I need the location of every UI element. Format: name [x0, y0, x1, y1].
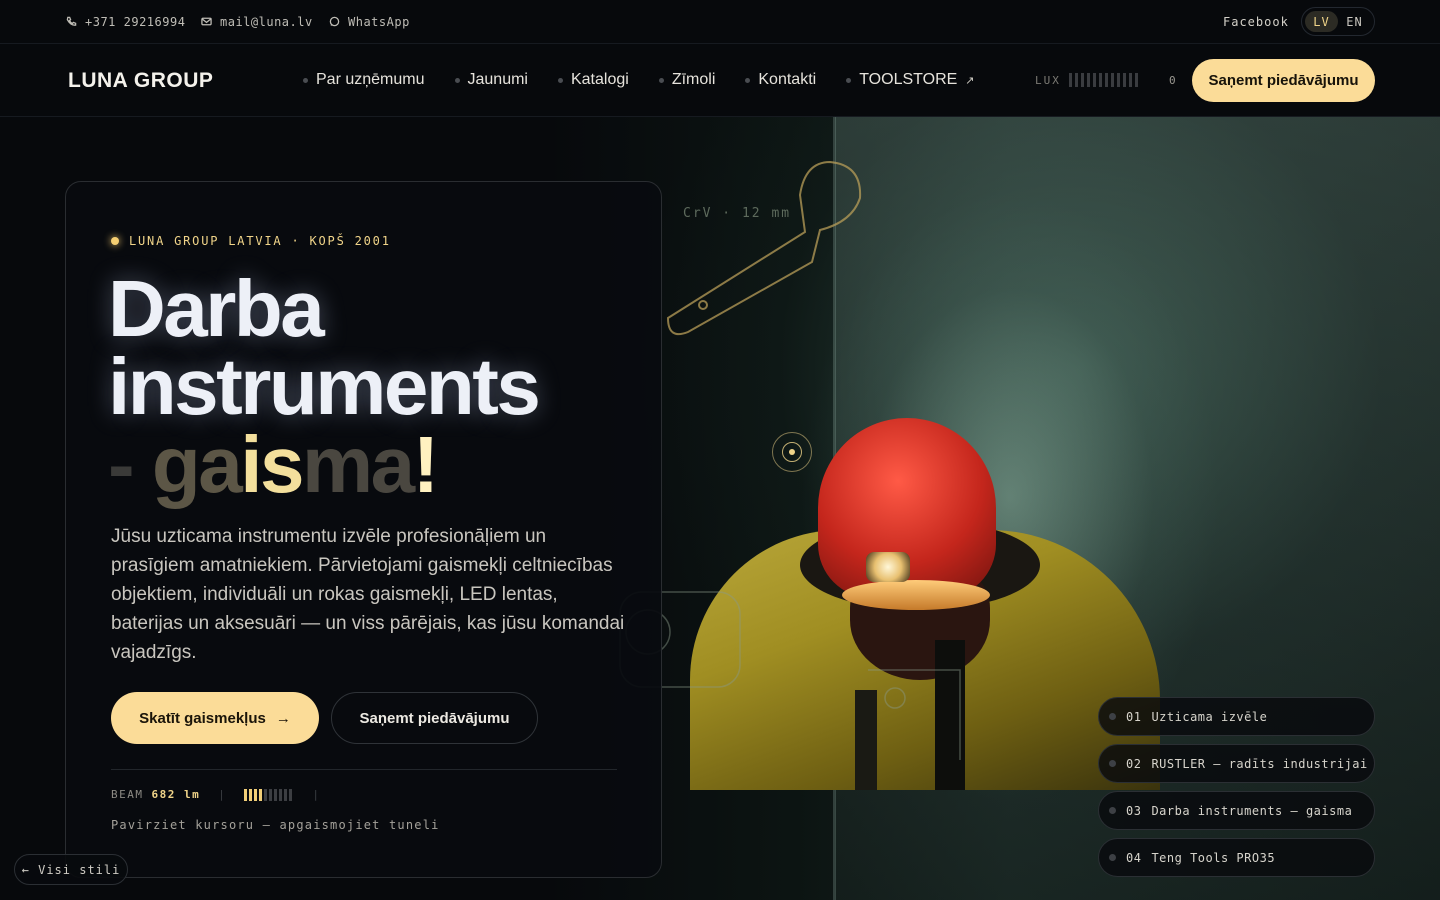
nav-item-par-uznemumu[interactable]: Par uzņēmumu [303, 71, 425, 89]
hero-title-line3: - gaisma! [108, 425, 538, 505]
phone-icon [66, 16, 77, 26]
feature-label: Teng Tools PRO35 [1151, 850, 1276, 865]
beam-value: 682 lm [151, 788, 201, 801]
nav-item-label: Jaunumi [467, 71, 528, 88]
main-nav: LUNA GROUP Par uzņēmumu Jaunumi Katalogi… [0, 44, 1440, 117]
beam-level-bar [279, 788, 283, 801]
headlamp [866, 552, 910, 582]
view-lights-label: Skatīt gaismekļus [139, 709, 266, 727]
light-target-icon [772, 432, 812, 472]
nav-item-label: Katalogi [570, 71, 629, 88]
beam-level-bar [249, 788, 253, 801]
beam-level-bars [244, 788, 294, 801]
bullet-icon [303, 77, 308, 83]
bullet-icon [658, 77, 664, 83]
beam-level-bar [274, 788, 278, 801]
whatsapp-icon [329, 16, 340, 27]
beam-level-bar [264, 788, 268, 801]
beam-meter: BEAM 682 lm | | [111, 788, 321, 801]
all-styles-back-link[interactable]: ← Visi stili [14, 854, 128, 885]
nav-item-kontakti[interactable]: Kontakti [745, 71, 816, 89]
feature-number: 01 [1126, 709, 1142, 724]
status-dot-icon [111, 237, 119, 245]
beam-level-bar [254, 788, 258, 801]
hero-title-line3-text: - gaisma! [108, 420, 439, 509]
feature-label: Uzticama izvēle [1151, 709, 1268, 724]
feature-number: 02 [1126, 756, 1142, 771]
hero-title-line2: instruments [108, 342, 541, 431]
feature-item-01[interactable]: 01 Uzticama izvēle [1098, 697, 1375, 736]
feature-item-03[interactable]: 03 Darba instruments – gaisma [1098, 791, 1375, 830]
nav-item-zimoli[interactable]: Zīmoli [658, 71, 716, 89]
nav-item-toolstore[interactable]: TOOLSTORE ↗ [846, 71, 975, 89]
nav-item-katalogi[interactable]: Katalogi [557, 71, 629, 89]
beam-level-bar [289, 788, 293, 801]
lux-bars [1068, 73, 1141, 87]
hero-card: LUNA GROUP LATVIA · KOPŠ 2001 Darba inst… [65, 181, 662, 878]
get-offer-secondary-button[interactable]: Saņemt piedāvājumu [331, 692, 538, 744]
nav-item-label: TOOLSTORE [859, 71, 958, 88]
cursor-hint: Pavirziet kursoru — apgaismojiet tuneli [111, 818, 440, 832]
hero-title: Darba instruments - gaisma! [108, 264, 541, 505]
phone-link[interactable]: +371 29216994 [66, 0, 185, 43]
feature-item-04[interactable]: 04 Teng Tools PRO35 [1098, 838, 1375, 877]
feature-number: 04 [1126, 850, 1142, 865]
lux-meter: LUX [1035, 44, 1141, 116]
beam-level-bar [244, 788, 248, 801]
beam-level-bar [269, 788, 273, 801]
hero-lead: Jūsu uzticama instrumentu izvēle profesi… [111, 526, 625, 663]
feature-label: RUSTLER – radīts industrijai [1151, 756, 1368, 771]
eyebrow-text: LUNA GROUP LATVIA · KOPŠ 2001 [129, 234, 391, 248]
bullet-icon [557, 77, 563, 83]
email-link[interactable]: mail@luna.lv [201, 0, 313, 43]
language-switcher: LV EN [1301, 7, 1375, 36]
feature-item-02[interactable]: 02 RUSTLER – radīts industrijai [1098, 744, 1375, 783]
mail-icon [201, 17, 212, 26]
feature-number: 03 [1126, 803, 1142, 818]
whatsapp-link[interactable]: WhatsApp [329, 0, 410, 43]
nav-item-label: Par uzņēmumu [316, 71, 425, 88]
bullet-icon [1109, 854, 1116, 861]
get-offer-button[interactable]: Saņemt piedāvājumu [1192, 59, 1375, 102]
phone-text: +371 29216994 [85, 14, 186, 29]
beam-label: BEAM [111, 788, 144, 801]
external-link-icon: ↗ [965, 74, 975, 87]
whatsapp-text: WhatsApp [348, 14, 410, 29]
bullet-icon [454, 77, 460, 83]
beam-level-bar [284, 788, 288, 801]
tool-spec-label: CrV · 12 mm [683, 206, 792, 221]
bullet-icon [1109, 713, 1116, 720]
hero-title-line1: Darba [108, 264, 325, 353]
nav-item-label: Kontakti [758, 71, 817, 88]
eyebrow: LUNA GROUP LATVIA · KOPŠ 2001 [111, 234, 391, 248]
email-text: mail@luna.lv [220, 14, 313, 29]
nav-item-jaunumi[interactable]: Jaunumi [454, 71, 528, 89]
lux-value: 0 [1169, 73, 1176, 87]
facebook-link[interactable]: Facebook [1223, 0, 1289, 43]
bullet-icon [1109, 807, 1116, 814]
bullet-icon [745, 77, 751, 83]
lux-label: LUX [1035, 73, 1061, 87]
top-bar: +371 29216994 mail@luna.lv WhatsApp Face… [0, 0, 1440, 44]
nav-item-label: Zīmoli [671, 71, 716, 88]
arrow-right-icon: → [275, 709, 291, 727]
divider [111, 769, 617, 770]
lang-lv-button[interactable]: LV [1305, 11, 1338, 32]
view-lights-button[interactable]: Skatīt gaismekļus → [111, 692, 319, 744]
lang-en-button[interactable]: EN [1338, 11, 1371, 32]
bullet-icon [846, 77, 852, 83]
bullet-icon [1109, 760, 1116, 767]
logo[interactable]: LUNA GROUP [68, 69, 213, 93]
nav-menu: Par uzņēmumu Jaunumi Katalogi Zīmoli Kon… [303, 44, 1005, 116]
feature-label: Darba instruments – gaisma [1151, 803, 1353, 818]
beam-level-bar [259, 788, 263, 801]
